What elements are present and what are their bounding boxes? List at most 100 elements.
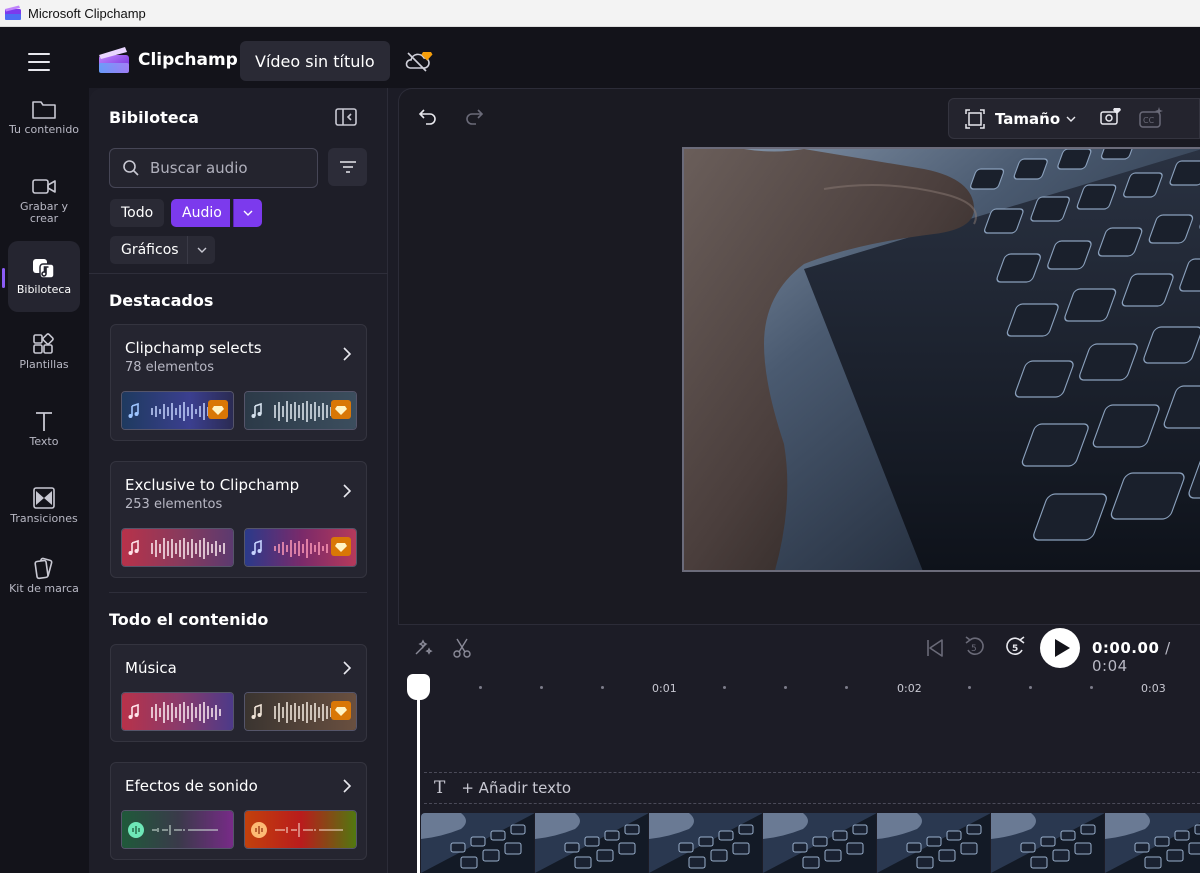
ruler-label: 0:01 [652,682,677,695]
app-header: Clipchamp Vídeo sin título [0,27,1200,88]
rail-label: Texto [29,435,59,448]
keyboard-thumbnail-image [1105,813,1200,873]
project-title-field[interactable]: Vídeo sin título [240,41,390,81]
search-box[interactable] [109,148,318,188]
audio-tile[interactable] [244,528,357,567]
rail-item-brand-kit[interactable]: Kit de marca [8,556,80,595]
graphics-dropdown-button[interactable] [187,236,215,264]
playhead-line[interactable] [417,690,420,873]
nav-rail: Tu contenido Grabar y crear Bibiloteca P… [0,88,89,873]
audio-dropdown-button[interactable] [233,199,262,227]
library-title: Bibiloteca [109,108,199,127]
category-card-music[interactable]: Música [110,644,367,742]
premium-badge [331,537,351,556]
premium-badge [331,400,351,419]
clip-thumbnail [1105,813,1200,873]
rail-item-library[interactable]: Bibiloteca [8,241,80,312]
audio-tile[interactable] [121,810,234,849]
rail-item-text[interactable]: Texto [8,409,80,448]
clip-thumbnail [763,813,877,873]
aspect-ratio-button[interactable]: Tamaño [965,109,1076,129]
cloud-off-premium-icon[interactable] [404,49,434,75]
card-title: Clipchamp selects [125,339,262,357]
window-title: Microsoft Clipchamp [28,5,146,21]
ruler-tick [479,686,482,689]
keyboard-thumbnail-image [877,813,990,873]
collapse-panel-icon[interactable] [335,108,357,126]
featured-card-exclusive[interactable]: Exclusive to Clipchamp 253 elementos [110,461,367,578]
play-icon [1055,639,1070,657]
playhead-handle[interactable] [407,674,430,700]
ruler-label: 0:02 [897,682,922,695]
ruler-tick [1029,686,1032,689]
text-icon [36,412,52,431]
waveform-icon [122,811,233,848]
redo-icon[interactable] [464,106,484,126]
filter-chip-all[interactable]: Todo [110,199,165,227]
brand[interactable]: Clipchamp [98,46,238,74]
skip-to-start-icon[interactable] [924,637,946,659]
ruler-tick [845,686,848,689]
rail-item-templates[interactable]: Plantillas [8,332,80,371]
audio-tile[interactable] [121,528,234,567]
filter-chip-graphics[interactable]: Gráficos [110,236,187,264]
menu-icon[interactable] [28,53,50,77]
chevron-down-icon [1066,116,1076,122]
search-icon [123,160,139,176]
magic-edit-icon[interactable] [412,638,434,658]
background-remove-icon[interactable] [1099,107,1121,127]
chevron-right-icon [343,661,352,675]
featured-card-clipchamp-selects[interactable]: Clipchamp selects 78 elementos [110,324,367,441]
audio-tile[interactable] [244,391,357,430]
chevron-right-icon [343,779,352,793]
clip-thumbnail [877,813,991,873]
rail-item-transitions[interactable]: Transiciones [8,486,80,525]
category-card-sound-effects[interactable]: Efectos de sonido [110,762,367,860]
rail-item-your-content[interactable]: Tu contenido [8,97,80,136]
scissors-icon[interactable] [452,637,472,659]
waveform-icon [122,693,233,730]
audio-tile[interactable] [244,692,357,731]
templates-icon [33,333,54,354]
diamond-icon [335,542,347,552]
rail-label: Tu contenido [8,123,80,136]
rewind-5-button[interactable]: 5 [962,634,988,662]
card-count: 78 elementos [125,360,215,375]
clip-thumbnail [991,813,1105,873]
current-time: 0:00.00 [1092,639,1160,657]
audio-tile[interactable] [121,692,234,731]
play-button[interactable] [1040,628,1080,668]
audio-tile[interactable] [244,810,357,849]
ruler-tick [968,686,971,689]
preview-toolbar: Tamaño CC [948,98,1200,139]
captions-icon[interactable]: CC [1139,107,1163,129]
forward-5-button[interactable]: 5 [1002,634,1028,662]
text-track[interactable]: T + Añadir texto [424,772,1200,804]
premium-badge [331,701,351,720]
resize-icon [965,109,985,129]
transitions-icon [33,487,55,509]
brand-kit-icon [34,557,53,580]
audio-tile[interactable] [121,391,234,430]
ruler-tick [601,686,604,689]
keyboard-thumbnail-image [763,813,876,873]
folder-icon [32,101,56,119]
card-title: Música [125,659,177,677]
undo-icon[interactable] [418,106,438,126]
video-camera-icon [32,179,56,194]
rail-active-indicator [2,268,5,288]
svg-text:CC: CC [1143,116,1155,125]
video-preview[interactable] [682,147,1200,572]
filter-button[interactable] [328,148,367,186]
rail-item-record[interactable]: Grabar y crear [8,174,80,225]
divider [89,273,388,274]
filter-chip-audio[interactable]: Audio [171,199,230,227]
video-clip-track[interactable] [421,813,1200,873]
search-input[interactable] [150,159,300,177]
keyboard-thumbnail-image [535,813,648,873]
chevron-down-icon [243,210,253,216]
chevron-right-icon [343,347,352,361]
featured-section-title: Destacados [109,291,214,310]
diamond-icon [335,405,347,415]
all-content-section-title: Todo el contenido [109,610,269,629]
